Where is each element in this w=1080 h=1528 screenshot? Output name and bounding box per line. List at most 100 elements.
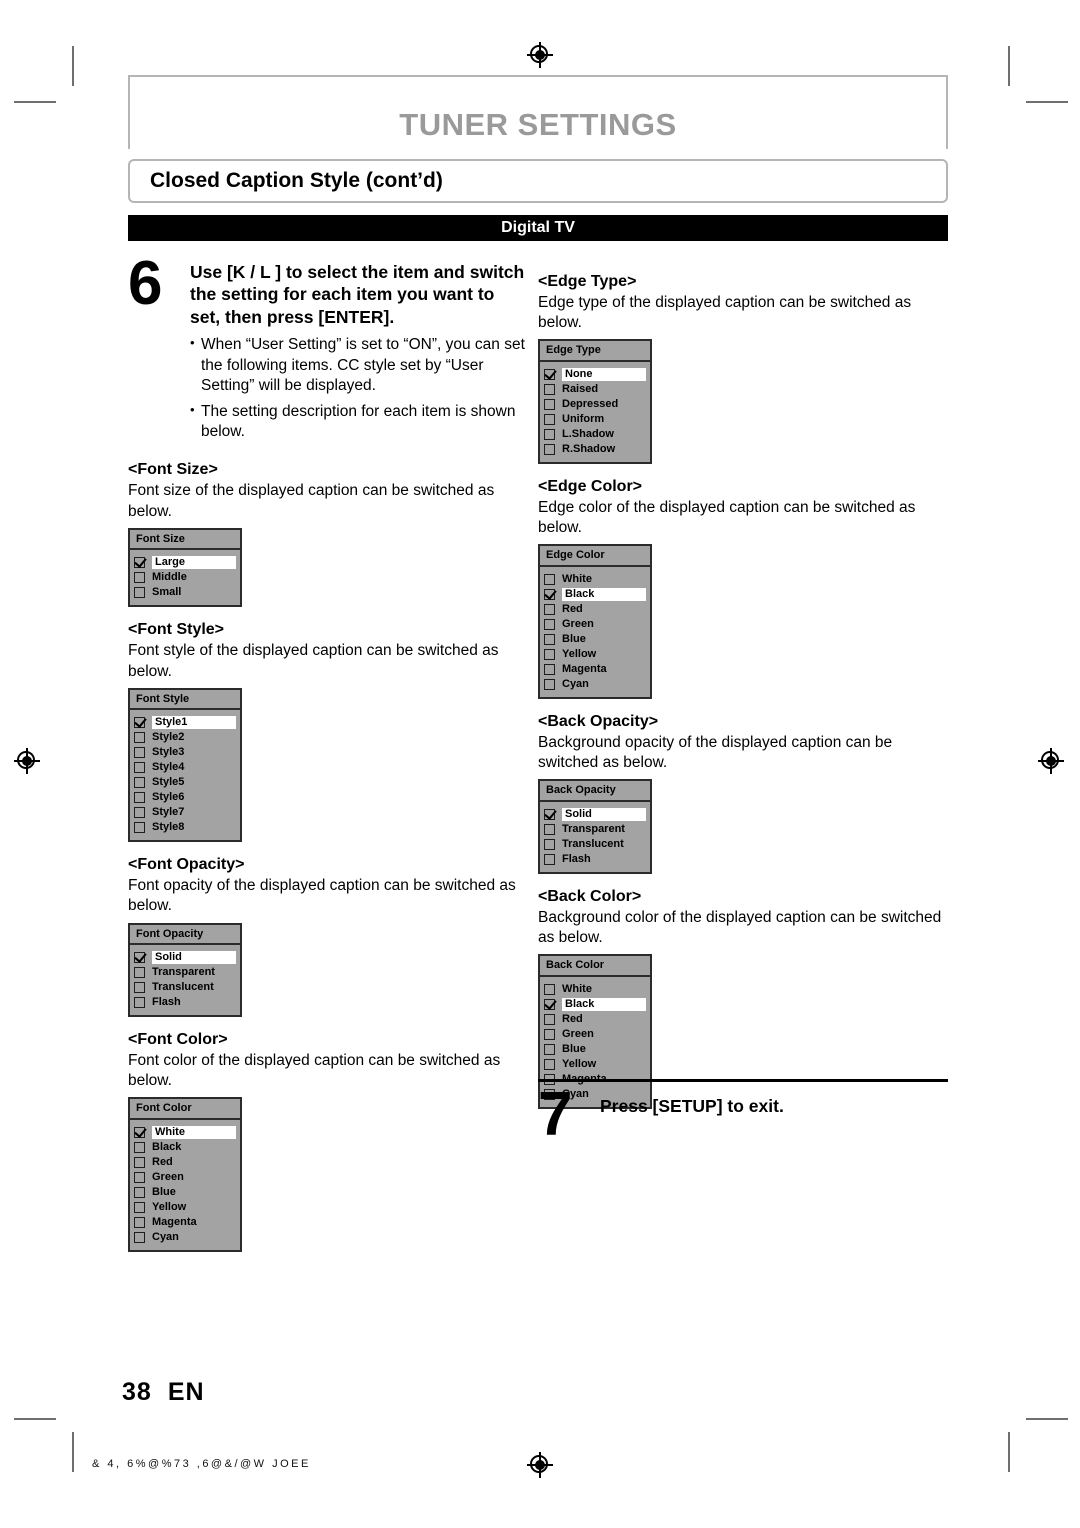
osd-option-row[interactable]: Style7 [134, 805, 236, 820]
osd-option-row[interactable]: Magenta [134, 1215, 236, 1230]
checkbox-icon[interactable] [134, 967, 145, 979]
osd-option-row[interactable]: Flash [544, 852, 646, 867]
checkbox-checked-icon[interactable] [544, 808, 555, 820]
osd-option-row[interactable]: Solid [134, 950, 236, 965]
checkbox-icon[interactable] [544, 603, 555, 615]
osd-option-row[interactable]: Yellow [544, 1057, 646, 1072]
osd-option-row[interactable]: Style1 [134, 715, 236, 730]
checkbox-icon[interactable] [544, 398, 555, 410]
checkbox-icon[interactable] [134, 777, 145, 789]
checkbox-checked-icon[interactable] [134, 1127, 145, 1139]
osd-option-row[interactable]: Translucent [544, 837, 646, 852]
checkbox-icon[interactable] [544, 428, 555, 440]
osd-option-row[interactable]: Black [134, 1140, 236, 1155]
osd-option-row[interactable]: Transparent [134, 965, 236, 980]
osd-option-row[interactable]: Transparent [544, 822, 646, 837]
checkbox-icon[interactable] [544, 443, 555, 455]
checkbox-icon[interactable] [134, 792, 145, 804]
checkbox-icon[interactable] [544, 1043, 555, 1055]
step-7-text: Press [SETUP] to exit. [600, 1096, 784, 1116]
osd-option-row[interactable]: Yellow [544, 647, 646, 662]
checkbox-checked-icon[interactable] [134, 952, 145, 964]
osd-option-row[interactable]: Cyan [544, 677, 646, 692]
checkbox-icon[interactable] [544, 1013, 555, 1025]
checkbox-icon[interactable] [134, 807, 145, 819]
osd-option-row[interactable]: White [544, 572, 646, 587]
checkbox-checked-icon[interactable] [544, 588, 555, 600]
setting-item-group: <Back Opacity> Background opacity of the … [538, 713, 948, 874]
osd-menu: Font Size Large Middle Small [128, 527, 242, 608]
osd-option-row[interactable]: Blue [544, 632, 646, 647]
checkbox-icon[interactable] [544, 838, 555, 850]
checkbox-icon[interactable] [544, 633, 555, 645]
checkbox-icon[interactable] [134, 747, 145, 759]
osd-option-row[interactable]: Style2 [134, 730, 236, 745]
osd-menu-title: Back Color [540, 956, 650, 977]
checkbox-icon[interactable] [134, 572, 145, 584]
osd-option-row[interactable]: Small [134, 585, 236, 600]
checkbox-icon[interactable] [544, 573, 555, 585]
osd-option-row[interactable]: Black [544, 997, 646, 1012]
checkbox-checked-icon[interactable] [544, 368, 555, 380]
osd-option-row[interactable]: Cyan [134, 1230, 236, 1245]
checkbox-icon[interactable] [544, 1058, 555, 1070]
osd-option-row[interactable]: Style8 [134, 820, 236, 835]
checkbox-icon[interactable] [134, 587, 145, 599]
checkbox-icon[interactable] [544, 853, 555, 865]
osd-option-row[interactable]: Red [134, 1155, 236, 1170]
osd-option-row[interactable]: L.Shadow [544, 427, 646, 442]
setting-item-label: <Font Size> [128, 461, 218, 479]
checkbox-icon[interactable] [544, 648, 555, 660]
osd-option-row[interactable]: Translucent [134, 980, 236, 995]
checkbox-icon[interactable] [544, 413, 555, 425]
checkbox-icon[interactable] [134, 822, 145, 834]
osd-option-row[interactable]: Yellow [134, 1200, 236, 1215]
checkbox-icon[interactable] [134, 997, 145, 1009]
osd-option-row[interactable]: Green [134, 1170, 236, 1185]
checkbox-icon[interactable] [544, 983, 555, 995]
osd-option-row[interactable]: Solid [544, 807, 646, 822]
checkbox-icon[interactable] [134, 732, 145, 744]
checkbox-checked-icon[interactable] [134, 557, 145, 569]
checkbox-icon[interactable] [544, 618, 555, 630]
checkbox-icon[interactable] [544, 1028, 555, 1040]
osd-option-row[interactable]: Green [544, 617, 646, 632]
osd-option-row[interactable]: Black [544, 587, 646, 602]
osd-option-row[interactable]: Blue [134, 1185, 236, 1200]
checkbox-icon[interactable] [134, 1187, 145, 1199]
osd-option-row[interactable]: Green [544, 1027, 646, 1042]
checkbox-icon[interactable] [544, 823, 555, 835]
checkbox-icon[interactable] [134, 762, 145, 774]
osd-option-row[interactable]: White [544, 982, 646, 997]
osd-option-row[interactable]: Uniform [544, 412, 646, 427]
checkbox-icon[interactable] [134, 1172, 145, 1184]
osd-option-row[interactable]: Depressed [544, 397, 646, 412]
checkbox-icon[interactable] [134, 982, 145, 994]
checkbox-icon[interactable] [134, 1232, 145, 1244]
osd-option-row[interactable]: Flash [134, 995, 236, 1010]
checkbox-icon[interactable] [134, 1157, 145, 1169]
osd-option-row[interactable]: None [544, 367, 646, 382]
checkbox-icon[interactable] [544, 678, 555, 690]
setting-item-group: <Font Opacity> Font opacity of the displa… [128, 856, 528, 1018]
osd-option-row[interactable]: Style3 [134, 745, 236, 760]
osd-option-row[interactable]: Middle [134, 570, 236, 585]
osd-option-row[interactable]: Large [134, 555, 236, 570]
osd-option-row[interactable]: Style4 [134, 760, 236, 775]
osd-option-row[interactable]: R.Shadow [544, 442, 646, 457]
checkbox-checked-icon[interactable] [544, 998, 555, 1010]
osd-option-row[interactable]: Raised [544, 382, 646, 397]
checkbox-icon[interactable] [134, 1217, 145, 1229]
osd-option-row[interactable]: Red [544, 1012, 646, 1027]
checkbox-icon[interactable] [134, 1142, 145, 1154]
checkbox-icon[interactable] [134, 1202, 145, 1214]
checkbox-icon[interactable] [544, 663, 555, 675]
checkbox-checked-icon[interactable] [134, 717, 145, 729]
osd-option-row[interactable]: Red [544, 602, 646, 617]
checkbox-icon[interactable] [544, 383, 555, 395]
osd-option-row[interactable]: White [134, 1125, 236, 1140]
osd-option-row[interactable]: Blue [544, 1042, 646, 1057]
osd-option-row[interactable]: Style5 [134, 775, 236, 790]
osd-option-row[interactable]: Magenta [544, 662, 646, 677]
osd-option-row[interactable]: Style6 [134, 790, 236, 805]
